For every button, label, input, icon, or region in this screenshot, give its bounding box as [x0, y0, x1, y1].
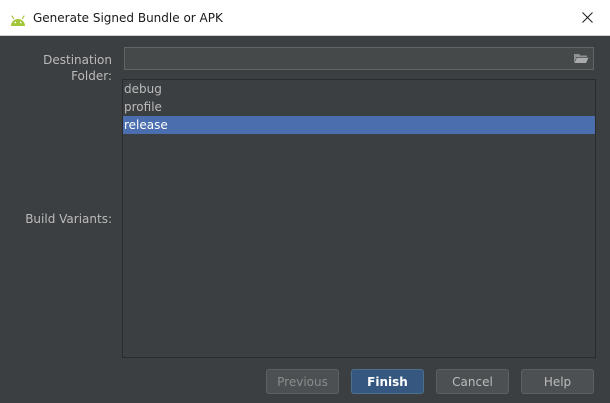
build-variants-label: Build Variants: — [25, 212, 112, 226]
close-icon — [581, 8, 593, 27]
previous-button[interactable]: Previous — [266, 369, 339, 394]
window-title: Generate Signed Bundle or APK — [33, 11, 223, 25]
list-item-debug[interactable]: debug — [123, 80, 595, 98]
cancel-button[interactable]: Cancel — [436, 369, 509, 394]
android-icon — [10, 12, 26, 26]
destination-folder-input[interactable] — [125, 48, 565, 69]
dialog-body: Destination Folder: Build Variants: debu… — [0, 36, 610, 403]
browse-folder-button[interactable] — [571, 50, 591, 67]
help-button[interactable]: Help — [521, 369, 594, 394]
destination-folder-label: Destination Folder: — [43, 53, 112, 83]
title-bar: Generate Signed Bundle or APK — [0, 0, 610, 36]
destination-folder-field[interactable] — [124, 47, 594, 70]
list-item-release[interactable]: release — [123, 116, 595, 134]
list-item-profile[interactable]: profile — [123, 98, 595, 116]
build-variants-list[interactable]: debug profile release — [122, 79, 596, 358]
folder-icon — [573, 49, 589, 68]
close-button[interactable] — [564, 0, 610, 35]
finish-button[interactable]: Finish — [351, 369, 424, 394]
